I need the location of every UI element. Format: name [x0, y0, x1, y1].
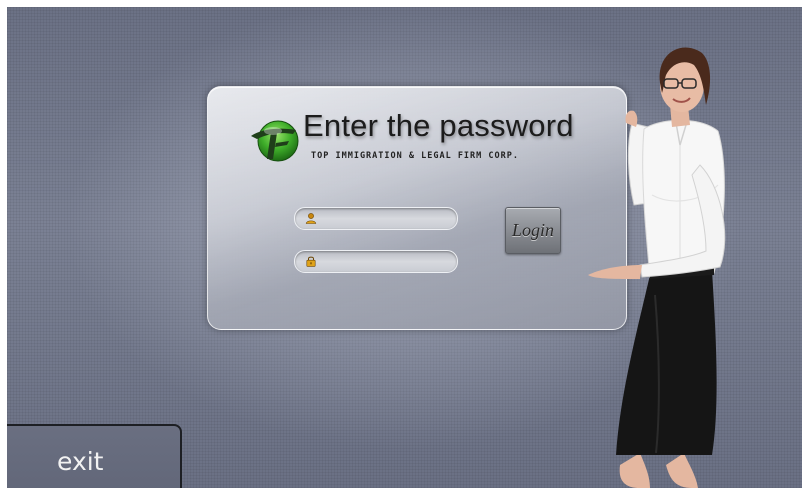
user-icon — [305, 213, 317, 224]
login-button[interactable]: Login — [505, 207, 561, 254]
username-field[interactable] — [294, 207, 458, 230]
username-input[interactable] — [323, 210, 451, 229]
exit-button[interactable]: exit — [7, 424, 182, 488]
password-field[interactable] — [294, 250, 458, 273]
lock-icon — [306, 256, 316, 267]
login-panel: Enter the password TOP IMMIGRATION & LEG… — [207, 86, 627, 330]
login-screen: Enter the password TOP IMMIGRATION & LEG… — [7, 7, 802, 488]
businesswoman-image — [588, 47, 726, 488]
page-title: Enter the password — [303, 108, 574, 143]
firm-logo-icon — [251, 120, 299, 162]
company-name: TOP IMMIGRATION & LEGAL FIRM CORP. — [311, 151, 519, 161]
password-input[interactable] — [323, 253, 451, 272]
